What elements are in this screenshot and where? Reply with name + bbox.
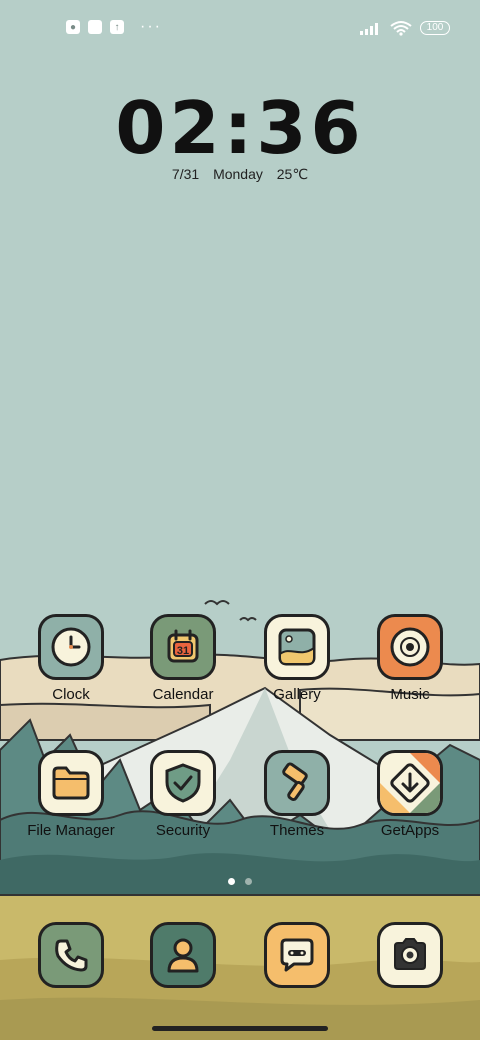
- square-notification-icon: [88, 20, 102, 34]
- page-dot[interactable]: [245, 878, 252, 885]
- page-dot-active[interactable]: [228, 878, 235, 885]
- page-indicator[interactable]: [228, 878, 252, 885]
- status-bar-notifications: ● ↑ ···: [66, 18, 162, 35]
- app-file-manager[interactable]: File Manager: [16, 750, 126, 839]
- app-getapps[interactable]: GetApps: [355, 750, 465, 839]
- clock-date-line[interactable]: 7/31 Monday 25℃: [0, 166, 480, 183]
- battery-indicator: 100: [420, 21, 450, 35]
- clock-icon: [38, 614, 104, 680]
- app-label: File Manager: [27, 822, 115, 839]
- app-label: Music: [390, 686, 430, 703]
- app-label: Clock: [52, 686, 90, 703]
- status-bar: ● ↑ ··· 100: [0, 12, 480, 44]
- app-label: Themes: [269, 822, 325, 839]
- status-bar-system: 100: [360, 20, 450, 36]
- app-label: Calendar: [152, 686, 214, 703]
- shield-icon: [150, 750, 216, 816]
- dock-phone[interactable]: [16, 922, 126, 988]
- calendar-icon: 31: [150, 614, 216, 680]
- app-gallery[interactable]: Gallery: [242, 614, 352, 703]
- dock-messages[interactable]: [242, 922, 352, 988]
- app-themes[interactable]: Themes: [242, 750, 352, 839]
- app-calendar[interactable]: 31 Calendar: [128, 614, 238, 703]
- phone-icon: [38, 922, 104, 988]
- calendar-badge: 31: [177, 645, 189, 657]
- dock-contacts[interactable]: [128, 922, 238, 988]
- gallery-icon: [264, 614, 330, 680]
- folder-icon: [38, 750, 104, 816]
- wifi-icon: [390, 21, 412, 36]
- home-gesture-bar[interactable]: [152, 1026, 328, 1031]
- dock-camera[interactable]: [355, 922, 465, 988]
- app-music[interactable]: Music: [355, 614, 465, 703]
- app-label: Gallery: [273, 686, 321, 703]
- app-clock[interactable]: Clock: [16, 614, 126, 703]
- messages-icon: [264, 922, 330, 988]
- clock-weekday: Monday: [213, 166, 263, 182]
- app-label: Security: [155, 822, 211, 839]
- more-notifications-icon: ···: [140, 18, 162, 35]
- app-notification-icon: ●: [66, 20, 80, 34]
- signal-icon: [360, 23, 378, 35]
- clock-temperature: 25℃: [276, 166, 309, 182]
- app-security[interactable]: Security: [128, 750, 238, 839]
- download-icon: [377, 750, 443, 816]
- app-label: GetApps: [380, 822, 440, 839]
- music-icon: [377, 614, 443, 680]
- clock-date: 7/31: [171, 166, 200, 182]
- paint-roller-icon: [264, 750, 330, 816]
- contacts-icon: [150, 922, 216, 988]
- camera-icon: [377, 922, 443, 988]
- upload-notification-icon: ↑: [110, 20, 124, 34]
- clock-time[interactable]: 02:36: [0, 86, 480, 170]
